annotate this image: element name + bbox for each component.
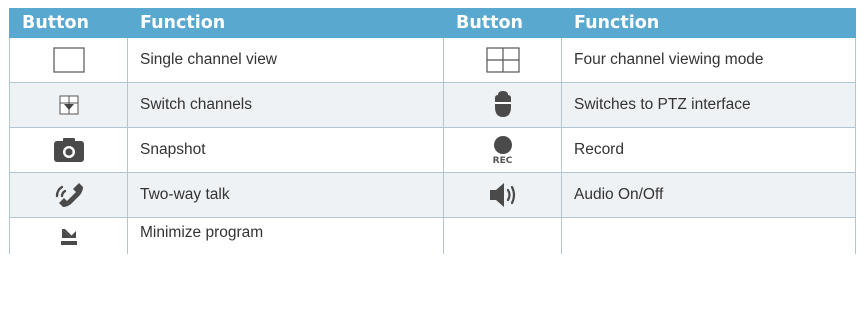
table-row: Minimize program	[9, 217, 856, 254]
button-cell	[9, 217, 128, 254]
function-cell: Single channel view	[127, 37, 444, 83]
button-cell	[443, 217, 562, 254]
header-function-right: Function	[561, 8, 856, 38]
function-cell: Switch channels	[127, 82, 444, 128]
function-cell: Two-way talk	[127, 172, 444, 218]
camera-snapshot-icon	[53, 137, 85, 163]
function-cell: Switches to PTZ interface	[561, 82, 856, 128]
minimize-icon	[59, 226, 79, 246]
header-row: Button Function Button Function	[9, 8, 856, 38]
four-channel-grid-icon	[485, 47, 520, 73]
speaker-icon	[488, 181, 518, 209]
table-row: Single channel view Four channel viewing…	[9, 37, 856, 83]
function-cell	[561, 217, 856, 254]
button-cell	[9, 37, 128, 83]
table-row: Two-way talk Audio On/Off	[9, 172, 856, 218]
button-cell	[443, 37, 562, 83]
header-function-left: Function	[127, 8, 444, 38]
button-cell	[443, 172, 562, 218]
function-cell: Record	[561, 127, 856, 173]
phone-talk-icon	[53, 181, 85, 209]
header-button-right: Button	[443, 8, 562, 38]
record-icon: REC	[493, 135, 513, 166]
button-cell: REC	[443, 127, 562, 173]
ptz-camera-icon	[492, 90, 514, 120]
function-cell: Audio On/Off	[561, 172, 856, 218]
button-function-table: Button Function Button Function Single c…	[9, 8, 856, 254]
single-channel-icon	[52, 47, 85, 73]
switch-channels-icon	[59, 95, 79, 115]
header-button-left: Button	[9, 8, 128, 38]
button-cell	[9, 127, 128, 173]
button-cell	[9, 172, 128, 218]
button-cell	[9, 82, 128, 128]
rec-label: REC	[492, 155, 513, 166]
table-row: Switch channels Switches to PTZ interfac…	[9, 82, 856, 128]
function-cell: Snapshot	[127, 127, 444, 173]
button-cell	[443, 82, 562, 128]
function-cell: Four channel viewing mode	[561, 37, 856, 83]
function-cell: Minimize program	[127, 217, 444, 254]
table-row: Snapshot REC Record	[9, 127, 856, 173]
